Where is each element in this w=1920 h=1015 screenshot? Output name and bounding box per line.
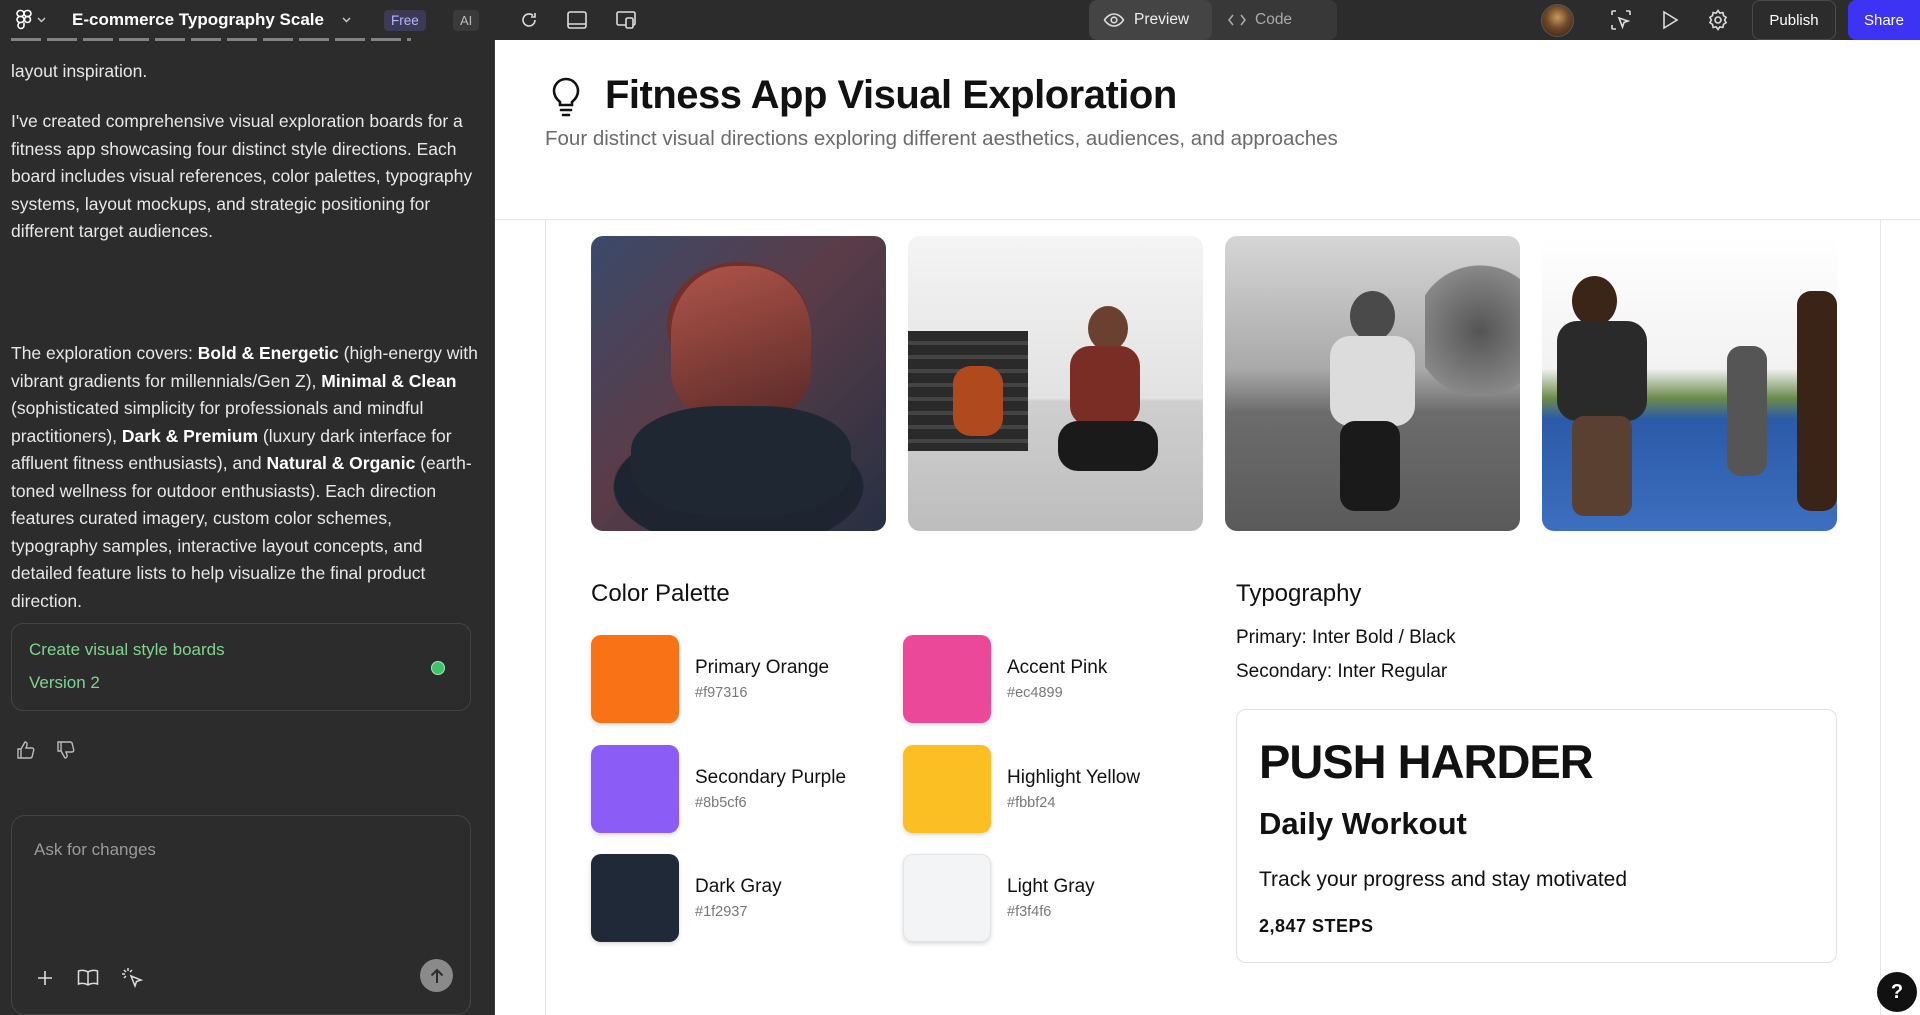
refresh-button[interactable]: [514, 0, 544, 40]
version-title: Create visual style boards: [29, 640, 225, 659]
preview-label: Preview: [1134, 11, 1190, 28]
color-palette-heading: Color Palette: [591, 580, 730, 607]
reference-image-4: [1542, 236, 1837, 531]
sample-stat-text: 2,847 STEPS: [1259, 916, 1374, 936]
tablet-icon: [566, 10, 588, 30]
view-mode-toggle: Preview Code: [1089, 0, 1337, 40]
book-icon: [77, 969, 99, 987]
plus-icon: [36, 969, 54, 987]
code-label: Code: [1255, 11, 1293, 28]
color-swatch: [903, 745, 991, 833]
color-swatch-accent-pink: Accent Pink #ec4899: [903, 635, 1107, 723]
play-icon: [1661, 10, 1679, 30]
color-name: Highlight Yellow: [1007, 767, 1141, 788]
inspect-button[interactable]: [1606, 0, 1636, 40]
chat-panel: layout inspiration. I've created compreh…: [0, 38, 495, 1015]
code-icon: [1228, 14, 1246, 26]
typography-sample-card: PUSH HARDER Daily Workout Track your pro…: [1236, 709, 1837, 963]
color-swatch-primary-orange: Primary Orange #f97316: [591, 635, 829, 723]
user-avatar-button[interactable]: [1539, 0, 1575, 40]
help-button[interactable]: ?: [1877, 972, 1917, 1012]
chat-clipped-line: [11, 34, 481, 42]
refresh-icon: [519, 10, 539, 30]
chat-message-paragraph: I've created comprehensive visual explor…: [11, 111, 473, 241]
responsive-view-button[interactable]: [611, 0, 641, 40]
inspect-cursor-icon: [1610, 9, 1632, 31]
sample-body-text: Track your progress and stay motivated: [1259, 868, 1628, 891]
help-label: ?: [1890, 980, 1904, 1003]
share-label: Share: [1863, 11, 1905, 29]
version-card[interactable]: Create visual style boards Version 2: [11, 623, 471, 711]
color-swatch: [903, 635, 991, 723]
sample-heading-text: Daily Workout: [1259, 806, 1467, 841]
page-header: Fitness App Visual Exploration Four dist…: [495, 40, 1920, 220]
color-hex: #ec4899: [1007, 685, 1063, 701]
typography-secondary: Secondary: Inter Regular: [1236, 661, 1448, 682]
thumbs-up-icon: [16, 741, 36, 759]
thumbs-down-button[interactable]: [56, 741, 76, 759]
chat-message-paragraph-2: The exploration covers: Bold & Energetic…: [11, 343, 478, 611]
settings-button[interactable]: [1703, 0, 1733, 40]
color-hex: #1f2937: [695, 904, 748, 920]
typography-primary: Primary: Inter Bold / Black: [1236, 627, 1456, 648]
play-button[interactable]: [1655, 0, 1685, 40]
color-swatch-dark-gray: Dark Gray #1f2937: [591, 854, 782, 942]
thumbs-up-button[interactable]: [16, 741, 36, 759]
color-name: Secondary Purple: [695, 767, 847, 788]
chevron-down-icon: [37, 17, 46, 23]
avatar: [1540, 3, 1574, 37]
color-swatch-light-gray: Light Gray #f3f4f6: [903, 854, 1095, 942]
responsive-devices-icon: [615, 10, 637, 30]
code-tab[interactable]: Code: [1212, 0, 1337, 40]
color-hex: #fbbf24: [1007, 795, 1056, 811]
color-swatch-secondary-purple: Secondary Purple #8b5cf6: [591, 745, 846, 833]
chat-input[interactable]: Ask for changes: [34, 840, 454, 860]
page-title: Fitness App Visual Exploration: [605, 73, 1177, 117]
chat-input-box: Ask for changes: [11, 815, 471, 1015]
ai-badge[interactable]: AI: [453, 9, 480, 31]
typography-heading: Typography: [1236, 580, 1362, 607]
arrow-up-icon: [430, 968, 444, 984]
thumbs-down-icon: [56, 741, 76, 759]
plan-badge: Free: [384, 9, 426, 31]
color-name: Accent Pink: [1007, 657, 1108, 678]
library-button[interactable]: [77, 969, 99, 987]
color-name: Dark Gray: [695, 876, 782, 897]
cursor-sparkle-icon: [121, 967, 145, 989]
color-swatch: [903, 854, 991, 942]
send-button[interactable]: [420, 959, 453, 992]
page-subtitle: Four distinct visual directions explorin…: [545, 127, 1338, 150]
select-element-button[interactable]: [121, 967, 145, 989]
gear-icon: [1707, 9, 1729, 31]
project-title: E-commerce Typography Scale: [72, 10, 324, 29]
publish-button[interactable]: Publish: [1752, 0, 1836, 40]
eye-icon: [1103, 12, 1125, 28]
chevron-down-icon: [342, 17, 351, 23]
add-attachment-button[interactable]: [36, 969, 54, 987]
color-swatch-highlight-yellow: Highlight Yellow #fbbf24: [903, 745, 1140, 833]
reference-image-1: [591, 236, 886, 531]
lightbulb-icon: [550, 75, 582, 117]
color-swatch: [591, 745, 679, 833]
version-label: Version 2: [29, 673, 100, 692]
color-swatch: [591, 854, 679, 942]
publish-label: Publish: [1769, 11, 1819, 29]
reference-image-2: [908, 236, 1203, 531]
preview-tab[interactable]: Preview: [1089, 0, 1212, 40]
color-hex: #f3f4f6: [1007, 904, 1052, 920]
status-dot: [431, 661, 445, 675]
sample-display-text: PUSH HARDER: [1259, 735, 1594, 788]
reference-image-3: [1225, 236, 1520, 531]
color-name: Light Gray: [1007, 876, 1095, 897]
color-hex: #f97316: [695, 685, 748, 701]
color-hex: #8b5cf6: [695, 795, 747, 811]
chat-partial-line: layout inspiration.: [11, 61, 148, 81]
color-name: Primary Orange: [695, 657, 830, 678]
color-swatch: [591, 635, 679, 723]
tablet-view-button[interactable]: [562, 0, 592, 40]
figma-logo-icon: [15, 9, 33, 31]
preview-canvas: Fitness App Visual Exploration Four dist…: [495, 40, 1920, 1015]
share-button[interactable]: Share: [1848, 0, 1920, 40]
